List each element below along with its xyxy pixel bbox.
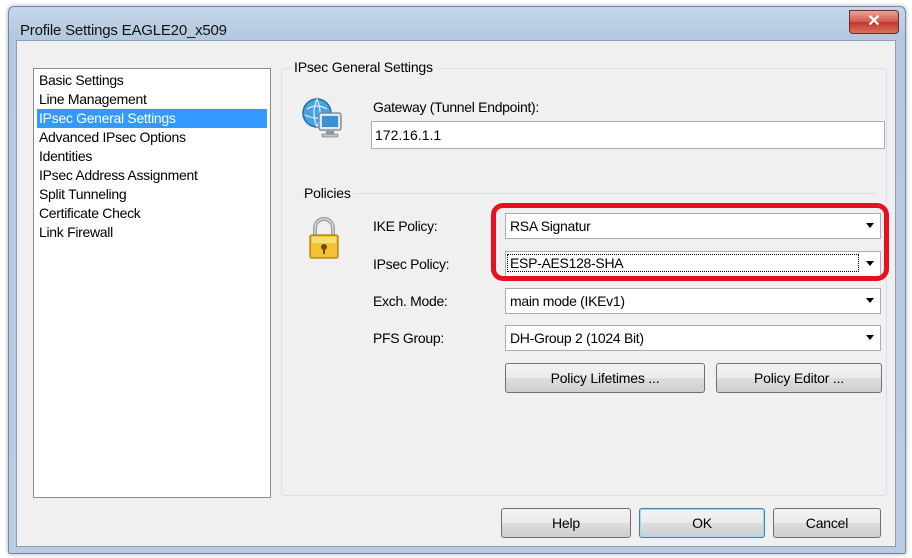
dialog-client-area: Basic Settings Line Management IPsec Gen… — [16, 40, 896, 547]
help-button[interactable]: Help — [501, 508, 631, 538]
nav-item-link-firewall[interactable]: Link Firewall — [37, 223, 267, 242]
gateway-label: Gateway (Tunnel Endpoint): — [373, 99, 539, 115]
chevron-down-icon — [866, 335, 874, 340]
ike-policy-label: IKE Policy: — [373, 218, 438, 234]
nav-item-advanced-ipsec-options[interactable]: Advanced IPsec Options — [37, 128, 267, 147]
window-title: Profile Settings EAGLE20_x509 — [20, 22, 227, 39]
nav-item-line-management[interactable]: Line Management — [37, 90, 267, 109]
policy-highlight-annotation — [491, 203, 889, 281]
network-computer-icon — [302, 98, 342, 138]
pfs-group-value: DH-Group 2 (1024 Bit) — [510, 330, 644, 346]
policy-editor-button[interactable]: Policy Editor ... — [716, 363, 882, 393]
policy-lifetimes-button[interactable]: Policy Lifetimes ... — [505, 363, 705, 393]
ipsec-policy-label: IPsec Policy: — [373, 256, 450, 272]
chevron-down-icon — [866, 298, 874, 303]
settings-nav-list[interactable]: Basic Settings Line Management IPsec Gen… — [33, 68, 271, 498]
pfs-group-dropdown[interactable]: DH-Group 2 (1024 Bit) — [505, 325, 881, 351]
exch-mode-label: Exch. Mode: — [373, 293, 448, 309]
exch-mode-dropdown[interactable]: main mode (IKEv1) — [505, 288, 881, 314]
policies-legend: Policies — [301, 185, 354, 201]
nav-item-ipsec-address-assignment[interactable]: IPsec Address Assignment — [37, 166, 267, 185]
nav-item-ipsec-general-settings[interactable]: IPsec General Settings — [37, 109, 267, 128]
nav-item-basic-settings[interactable]: Basic Settings — [37, 71, 267, 90]
padlock-icon — [309, 217, 339, 259]
ok-button[interactable]: OK — [639, 508, 765, 538]
nav-item-split-tunneling[interactable]: Split Tunneling — [37, 185, 267, 204]
exch-mode-value: main mode (IKEv1) — [510, 293, 625, 309]
close-button[interactable]: ✕ — [849, 10, 899, 34]
nav-item-identities[interactable]: Identities — [37, 147, 267, 166]
gateway-input[interactable]: 172.16.1.1 — [371, 121, 885, 149]
policies-group — [299, 193, 875, 195]
pfs-group-label: PFS Group: — [373, 330, 444, 346]
nav-item-certificate-check[interactable]: Certificate Check — [37, 204, 267, 223]
close-icon: ✕ — [867, 13, 881, 30]
ipsec-general-settings-legend: IPsec General Settings — [291, 59, 436, 75]
cancel-button[interactable]: Cancel — [773, 508, 881, 538]
